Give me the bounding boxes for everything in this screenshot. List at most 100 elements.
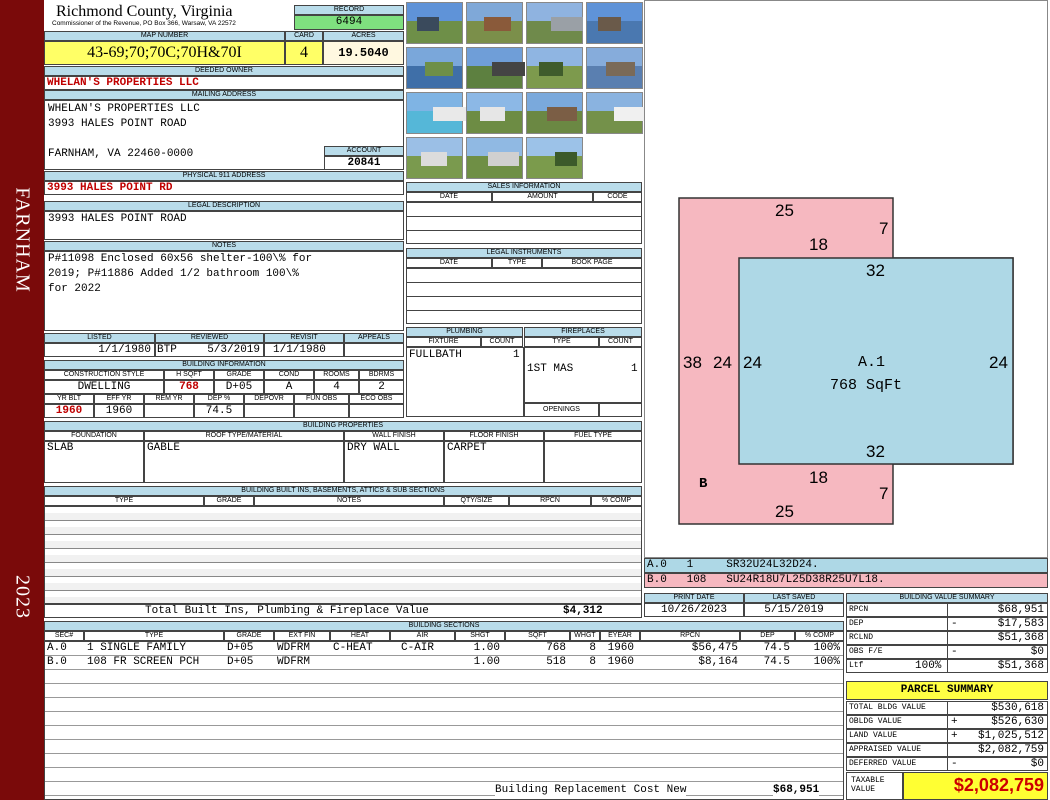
parcel-tbv-row: TOTAL BLDG VALUE $530,618 (846, 701, 1048, 715)
reviewed-by: BTP (157, 344, 177, 356)
sales-h-date: DATE (406, 192, 492, 202)
sec-h-rpcn: RPCN (640, 631, 740, 641)
county-name: Richmond County, Virginia (56, 3, 233, 20)
builtins-label: BUILDING BUILT INS, BASEMENTS, ATTICS & … (44, 486, 642, 496)
bi-h-yrblt: YR BLT (44, 394, 94, 404)
photo-house-front (406, 2, 463, 44)
parcel-obldg-key: OBLDG VALUE (849, 717, 902, 726)
bvs-rpcn-key: RPCN (849, 605, 869, 614)
parcel-tbv-key: TOTAL BLDG VALUE (849, 703, 926, 712)
appeals-value (344, 343, 404, 357)
section-a-0-eyear: 1960 (607, 642, 634, 654)
bvs-ltf-percent: 100% (915, 660, 942, 672)
sec-h-sqft: SQFT (505, 631, 570, 641)
bvs-rpcn-row: RPCN $68,951 (846, 603, 1048, 617)
section-b-0-eyear: 1960 (607, 656, 634, 668)
fireplaces-h-count: COUNT (599, 337, 642, 347)
revisit-label: REVISIT (264, 333, 344, 343)
fireplaces-h-type: TYPE (524, 337, 599, 347)
section-a-0-ext: WDFRM (277, 642, 311, 654)
photo-boathouse-subject (492, 62, 525, 76)
sidebar-year: 2023 (11, 575, 34, 619)
parcel-land-row: LAND VALUE + $1,025,512 (846, 729, 1048, 743)
photo-pool (406, 92, 467, 134)
bi-h-effyr: EFF YR (94, 394, 144, 404)
card-value: 4 (285, 41, 323, 65)
sidebar-city: FARNHAM (11, 187, 34, 293)
prop-roof-value: GABLE (144, 441, 344, 483)
account-label: ACCOUNT (324, 146, 404, 156)
county-header: Richmond County, Virginia Commissioner o… (44, 0, 294, 31)
builtins-h-rpcn: RPCN (509, 496, 591, 506)
section-a-0-dep: 74.5 (763, 642, 790, 654)
replacement-value: $68,951 (773, 784, 820, 796)
bvs-obs-value: $0 (1030, 646, 1044, 658)
dim-bottom-18: 18 (809, 468, 828, 487)
section-a-0-rpcn: $56,475 (691, 642, 738, 654)
photo-pool-subject (433, 107, 467, 121)
sec-h-type: TYPE (84, 631, 224, 641)
photo-metal-shed (526, 2, 583, 44)
parcel-appraised-value: $2,082,759 (977, 744, 1044, 756)
section-a-0-heat: C-HEAT (333, 642, 373, 654)
dim-top-7: 7 (879, 219, 888, 238)
section-b-0-ext: WDFRM (277, 656, 311, 668)
bi-ecoobs-value (349, 404, 404, 418)
photo-mobile-home (466, 92, 523, 134)
sec-h-grade: GRADE (224, 631, 274, 641)
reviewed-label: REVIEWED (155, 333, 264, 343)
taxable-label-1: TAXABLE (851, 776, 885, 785)
building-info-label: BUILDING INFORMATION (44, 360, 404, 370)
openings-label: OPENINGS (524, 403, 599, 417)
taxable-value: $2,082,759 (903, 772, 1048, 800)
bi-h-cond: COND (264, 370, 314, 380)
section-a-0-sec: A.0 (47, 642, 67, 654)
sketch-panel: 25 7 18 32 38 24 24 24 32 18 7 25 A.1 76… (644, 0, 1048, 558)
instruments-h-date: DATE (406, 258, 492, 268)
notes-line-1: P#11098 Enclosed 60x56 shelter-100\% for (48, 253, 313, 265)
section-b-0-type: 108 FR SCREEN PCH (87, 656, 200, 668)
notes-line-3: for 2022 (48, 283, 101, 295)
builtins-h-comp: % COMP (591, 496, 642, 506)
parcel-appraised-row: APPRAISED VALUE $2,082,759 (846, 743, 1048, 757)
record-value: 6494 (294, 15, 404, 30)
notes-label: NOTES (44, 241, 404, 251)
mailing-address-label: MAILING ADDRESS (44, 90, 404, 100)
bi-rooms-value: 4 (314, 380, 359, 394)
section-b-0-grade: D+05 (227, 656, 254, 668)
plumbing-h-count: COUNT (481, 337, 523, 347)
sidebar: FARNHAM 2023 (0, 0, 44, 800)
bi-h-dep: DEP % (194, 394, 244, 404)
bvs-dep-sign: - (951, 618, 958, 630)
dim-left-38: 38 (683, 353, 702, 372)
account-value: 20841 (324, 156, 404, 170)
photo-house-front-subject (417, 17, 439, 31)
sales-h-code: CODE (593, 192, 642, 202)
physical-address-label: PHYSICAL 911 ADDRESS (44, 171, 404, 181)
sec-h-ext: EXT FIN (274, 631, 330, 641)
parcel-deferred-value: $0 (1030, 758, 1044, 770)
section-a-0-sqft: 768 (546, 642, 566, 654)
photo-trailer-subject (421, 152, 447, 166)
builtins-total-label: Total Built Ins, Plumbing & Fireplace Va… (145, 605, 429, 617)
taxable-label-2: VALUE (851, 785, 876, 794)
builtins-total-value: $4,312 (563, 605, 603, 617)
card-label: CARD (285, 31, 323, 41)
mailing-line-1: WHELAN'S PROPERTIES LLC (48, 103, 200, 115)
bvs-ltf-value: $51,368 (997, 660, 1044, 672)
bi-hsqft-value: 768 (164, 380, 214, 394)
plumbing-fixture-1: FULLBATH (409, 349, 462, 361)
sec-h-whgt: WHGT (570, 631, 600, 641)
notes-line-2: 2019; P#11886 Added 1/2 bathroom 100\% (48, 268, 299, 280)
section-b-0-rpcn: $8,164 (698, 656, 738, 668)
builtins-table (44, 506, 642, 604)
bvs-ltf-row: Ltf 100% $51,368 (846, 659, 1048, 673)
bi-depovr-value (244, 404, 294, 418)
bi-dep-value: 74.5 (194, 404, 244, 418)
bvs-ltf-key: Ltf (849, 661, 864, 670)
dim-bottom-25: 25 (775, 502, 794, 521)
parcel-deferred-row: DEFERRED VALUE - $0 (846, 757, 1048, 771)
listed-label: LISTED (44, 333, 155, 343)
dim-left-24: 24 (713, 353, 732, 372)
bi-h-depovr: DEPOVR (244, 394, 294, 404)
